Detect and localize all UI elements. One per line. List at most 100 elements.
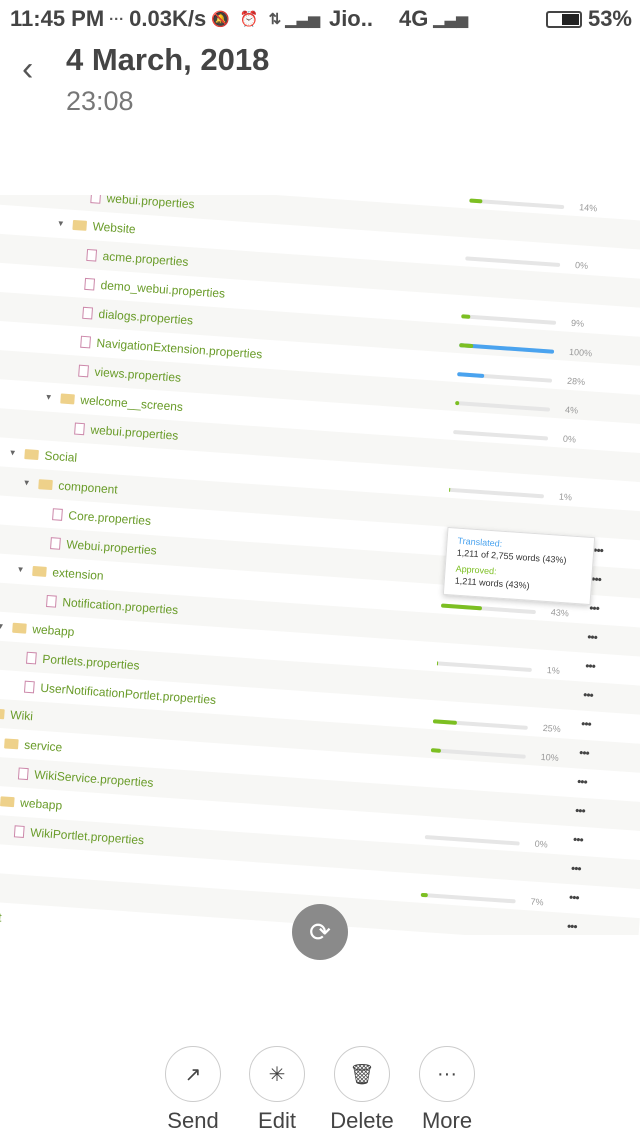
more-options-icon[interactable]: ••• (573, 832, 584, 847)
tree-item-name[interactable]: NavigationExtension.properties (96, 335, 263, 361)
tree-item-name[interactable]: demo_webui.properties (100, 278, 225, 301)
battery-percent: 53% (587, 6, 632, 31)
tree-item-name[interactable]: WikiPortlet.properties (30, 825, 145, 847)
more-options-icon[interactable]: ••• (583, 688, 594, 703)
file-icon (52, 507, 63, 521)
tree-item-name[interactable]: welcome__screens (80, 392, 183, 413)
folder-icon (3, 737, 19, 749)
folder-icon (72, 219, 87, 231)
progress-percent: 0% (534, 838, 549, 850)
tree-item-name[interactable]: Core.properties (68, 508, 151, 528)
approved-fill (420, 892, 428, 898)
tree-item-name[interactable]: Webui.properties (66, 537, 157, 557)
more-options-icon[interactable]: ••• (569, 890, 580, 905)
status-bar: 11:45 PM ··· 0.03K/s 🔕 ⏰ ⇅ ▁▃▅ Jio.. 4G … (10, 4, 632, 34)
progress-percent: 9% (570, 317, 585, 329)
file-icon (46, 594, 57, 608)
file-icon (90, 195, 102, 204)
file-icon (74, 422, 85, 435)
progress-bar (469, 198, 565, 210)
more-options-icon[interactable]: ••• (579, 746, 590, 761)
file-icon (17, 766, 29, 780)
tree-item-name[interactable]: webapp (32, 622, 75, 639)
file-icon (80, 335, 92, 348)
trash-icon: 🗑 (334, 1046, 390, 1102)
send-button[interactable]: ↗ Send (148, 1046, 238, 1134)
page-title: 4 March, 2018 (66, 42, 270, 77)
folder-icon (12, 622, 27, 634)
file-icon (13, 824, 25, 838)
tree-item-name[interactable]: Notification.properties (62, 595, 179, 617)
tree-item-name[interactable]: Social (44, 448, 78, 464)
signal-icon-2: ▁▃▅ (433, 11, 468, 28)
magic-wand-icon: ✳ (249, 1046, 305, 1102)
clock: 11:45 PM (10, 6, 105, 31)
file-icon (26, 651, 37, 664)
expand-triangle-icon[interactable]: ▼ (0, 622, 5, 632)
expand-triangle-icon[interactable]: ▼ (44, 392, 53, 402)
progress-percent: 7% (530, 896, 544, 908)
alarm-icon: ⏰ (239, 11, 259, 28)
folder-icon (60, 392, 75, 404)
folder-icon (0, 707, 5, 719)
tree-item-name[interactable]: extension (52, 565, 104, 583)
expand-triangle-icon[interactable]: ▼ (8, 448, 17, 458)
more-options-icon[interactable]: ••• (587, 630, 598, 645)
file-icon (50, 536, 61, 550)
tree-item-name[interactable]: webapp (20, 795, 63, 812)
tree-item-name[interactable]: webui.properties (106, 195, 195, 211)
tree-item-name[interactable]: WikiService.properties (34, 767, 154, 789)
progress-percent: 28% (566, 375, 586, 387)
send-label: Send (167, 1108, 219, 1133)
more-options-icon[interactable]: ••• (577, 774, 588, 789)
tree-item-name[interactable]: Portlets.properties (42, 651, 140, 672)
delete-button[interactable]: 🗑 Delete (317, 1046, 407, 1134)
photo-time: 23:08 (66, 86, 134, 116)
rotate-icon: ⟳ (309, 916, 331, 947)
tree-item-name[interactable]: webui.properties (90, 422, 179, 442)
file-icon (82, 306, 94, 319)
approved-fill (461, 314, 470, 319)
edit-button[interactable]: ✳ Edit (232, 1046, 322, 1134)
approved-fill (449, 487, 451, 492)
mute-icon: 🔕 (211, 11, 230, 28)
dots-icon: ··· (109, 10, 125, 28)
expand-triangle-icon[interactable]: ▼ (22, 478, 31, 488)
tree-item-name[interactable]: service (24, 737, 63, 754)
file-icon (78, 364, 89, 377)
signal-icon: ⇅ ▁▃▅ (268, 11, 320, 28)
tree-item-name[interactable]: Website (92, 219, 136, 236)
approved-fill (436, 661, 439, 666)
more-options-icon[interactable]: ••• (567, 919, 578, 934)
progress-percent: 1% (558, 491, 573, 503)
tree-item-name[interactable]: Contact (0, 907, 2, 924)
more-options-icon[interactable]: ••• (571, 861, 582, 876)
tree-item-name[interactable]: acme.properties (102, 249, 189, 269)
tree-item-name[interactable]: views.properties (94, 364, 181, 384)
progress-tooltip: Translated: 1,211 of 2,755 words (43%) A… (442, 526, 596, 606)
approved-fill (469, 198, 483, 204)
tree-item-name[interactable]: UserNotificationPortlet.properties (40, 680, 217, 706)
rotate-button[interactable]: ⟳ (292, 904, 348, 960)
more-options-icon[interactable]: ••• (581, 717, 592, 732)
tree-item-name[interactable]: component (58, 478, 118, 496)
progress-percent: 0% (562, 433, 577, 445)
more-icon: ··· (419, 1046, 475, 1102)
more-options-icon[interactable]: ••• (585, 659, 596, 674)
file-icon (86, 248, 98, 262)
progress-percent: 1% (546, 665, 561, 676)
file-icon (84, 277, 96, 291)
delete-label: Delete (330, 1108, 394, 1133)
progress-percent: 43% (550, 607, 570, 619)
more-options-icon[interactable]: ••• (575, 803, 586, 818)
folder-icon (0, 795, 15, 807)
expand-triangle-icon[interactable]: ▼ (56, 219, 65, 229)
more-button[interactable]: ··· More (402, 1046, 492, 1134)
network-type: 4G (398, 6, 429, 31)
folder-icon (24, 448, 39, 460)
tree-item-name[interactable]: dialogs.properties (98, 306, 193, 327)
expand-triangle-icon[interactable]: ▼ (16, 565, 25, 575)
tree-item-name[interactable]: Wiki (10, 707, 34, 723)
progress-percent: 14% (578, 202, 598, 214)
back-button[interactable]: ‹ (22, 50, 33, 89)
